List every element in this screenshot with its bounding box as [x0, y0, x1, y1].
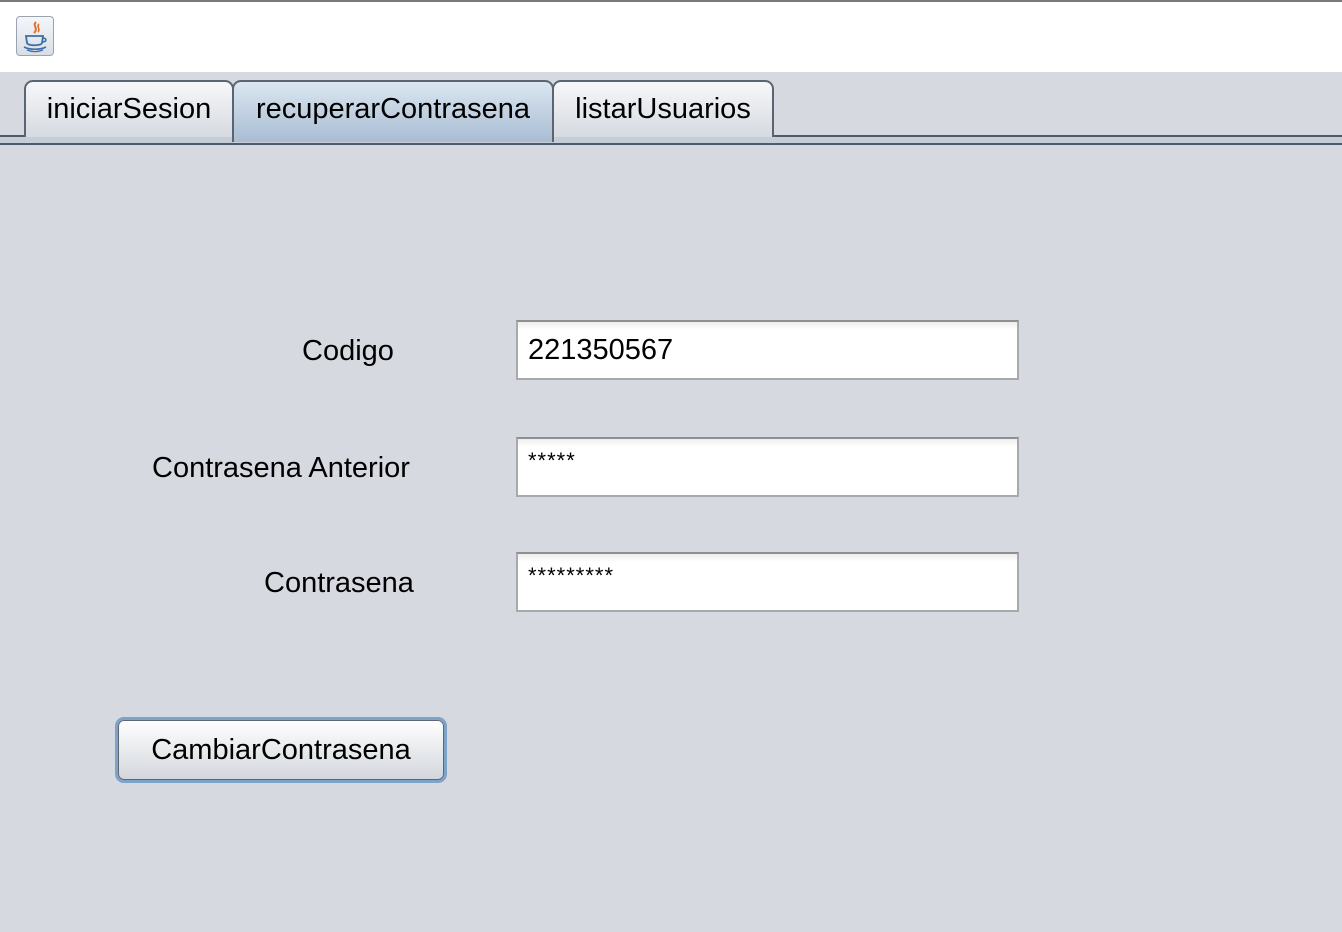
- codigo-input[interactable]: [516, 320, 1019, 380]
- tab-bar: iniciarSesion recuperarContrasena listar…: [0, 72, 1342, 147]
- title-bar: [0, 0, 1342, 72]
- java-coffee-cup-icon[interactable]: [16, 16, 54, 56]
- contrasena-label: Contrasena: [264, 567, 414, 599]
- tab-iniciar-sesion[interactable]: iniciarSesion: [24, 80, 234, 137]
- contrasena-field[interactable]: [516, 552, 1019, 612]
- tab-listar-usuarios[interactable]: listarUsuarios: [552, 80, 774, 137]
- contrasena-anterior-label: Contrasena Anterior: [152, 452, 410, 484]
- tab-recuperar-contrasena[interactable]: recuperarContrasena: [232, 80, 554, 142]
- contrasena-anterior-field[interactable]: [516, 437, 1019, 497]
- codigo-label: Codigo: [302, 335, 394, 367]
- cambiar-contrasena-button[interactable]: CambiarContrasena: [115, 717, 447, 783]
